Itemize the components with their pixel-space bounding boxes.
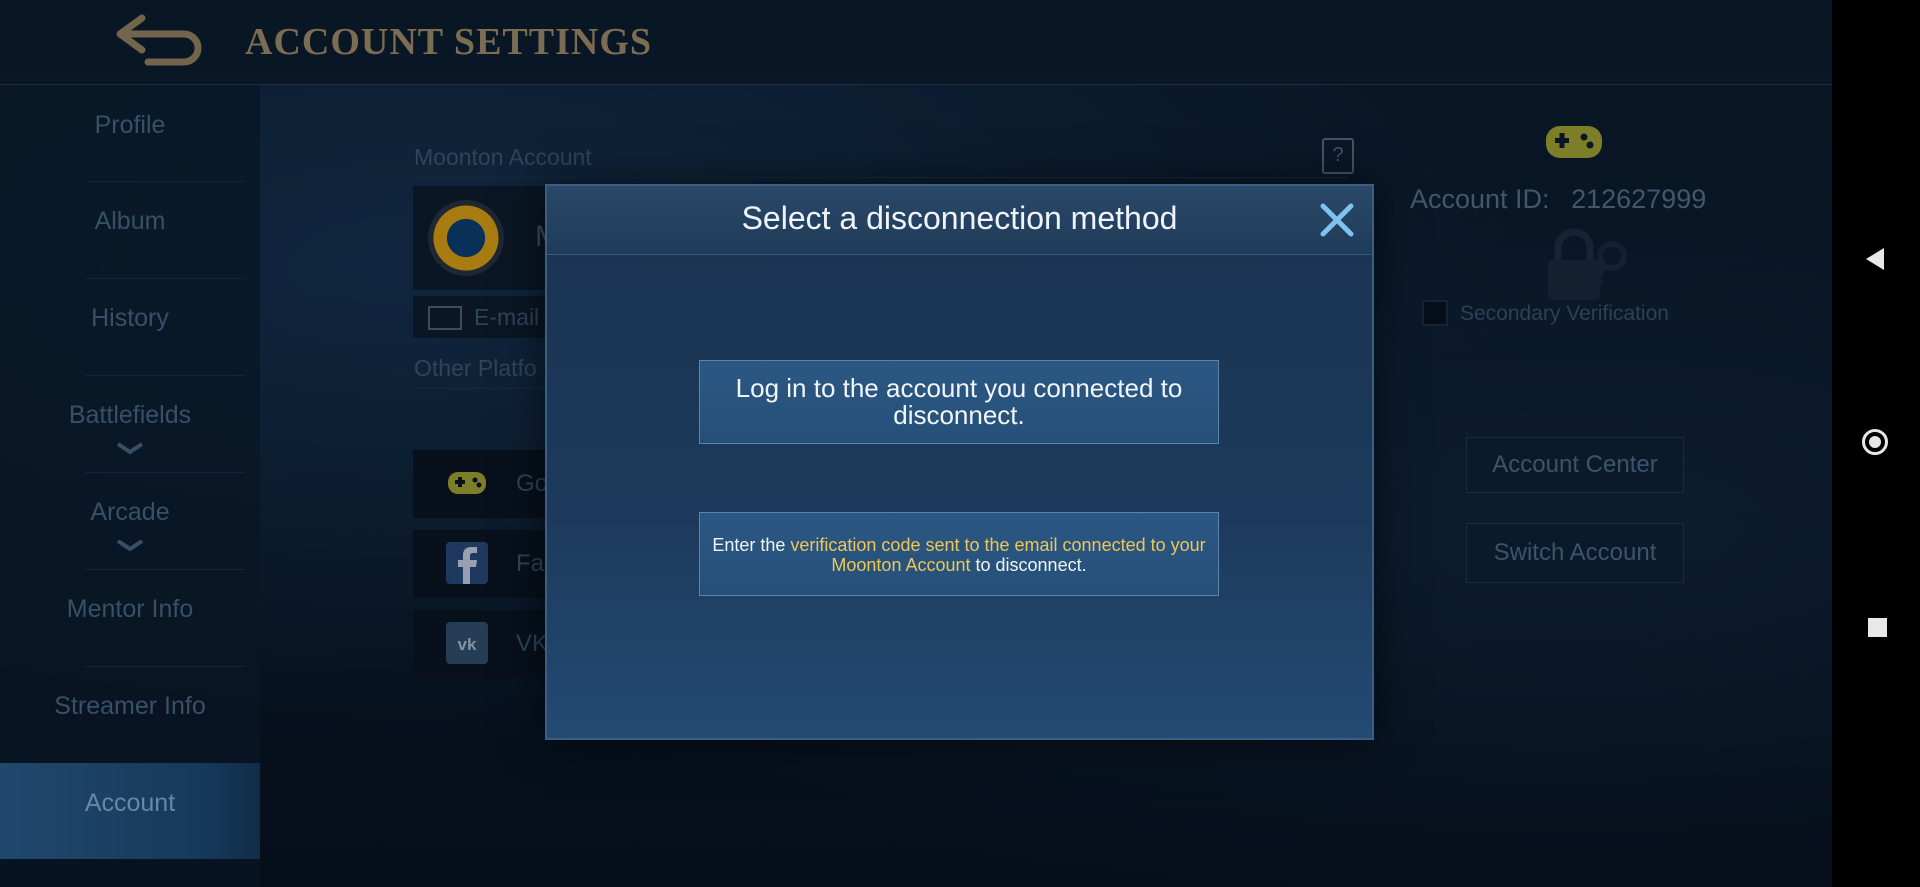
option-text-prefix: Enter the <box>712 535 791 555</box>
close-icon[interactable] <box>1317 200 1357 240</box>
modal-title: Select a disconnection method <box>741 200 1178 236</box>
option-label: Log in to the account you connected to d… <box>735 373 1183 430</box>
nav-back-icon[interactable] <box>1866 248 1884 270</box>
disconnection-modal: Select a disconnection method Log in to … <box>545 184 1374 740</box>
login-to-disconnect-button[interactable]: Log in to the account you connected to d… <box>699 360 1219 444</box>
verification-code-disconnect-button[interactable]: Enter the verification code sent to the … <box>699 512 1219 596</box>
nav-home-icon[interactable] <box>1862 429 1888 455</box>
nav-recents-icon[interactable] <box>1868 618 1887 637</box>
option-text-suffix: to disconnect. <box>970 555 1087 575</box>
option-label: Enter the verification code sent to the … <box>710 535 1208 575</box>
modal-header: Select a disconnection method <box>547 186 1372 255</box>
